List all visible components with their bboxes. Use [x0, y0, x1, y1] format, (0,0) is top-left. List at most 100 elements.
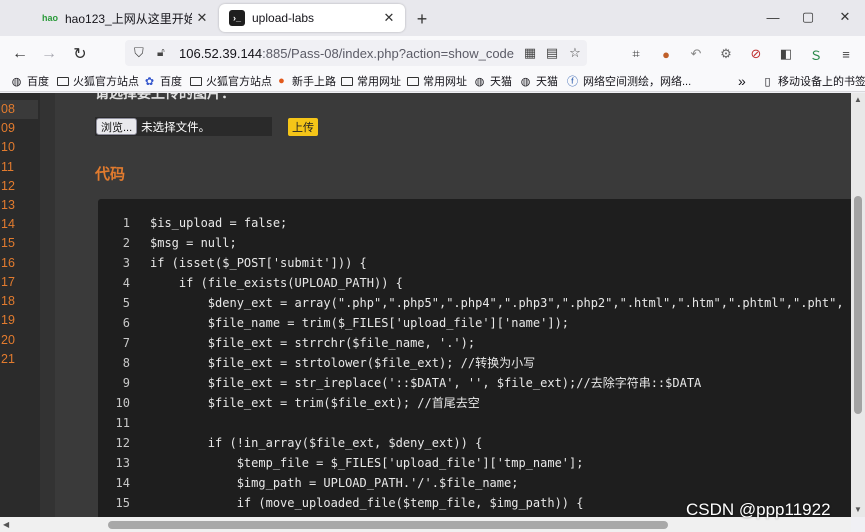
- code-line-number: 9: [122, 376, 130, 390]
- bookmark-label: 火狐官方站点: [206, 76, 272, 88]
- url-path: :885/Pass-08/index.php?action=show_code: [262, 46, 515, 61]
- code-text: $msg = null;: [150, 236, 237, 250]
- extension-fox-icon[interactable]: ●: [656, 44, 676, 64]
- code-line: 11: [98, 413, 851, 433]
- tab-upload-labs[interactable]: ›_ upload-labs ✕: [219, 4, 405, 32]
- folder-icon: [190, 76, 202, 86]
- code-text: $file_ext = trim($file_ext); //首尾去空: [150, 396, 480, 410]
- url-text[interactable]: 106.52.39.144:885/Pass-08/index.php?acti…: [179, 46, 514, 61]
- qr-code-icon[interactable]: ▦: [521, 44, 539, 62]
- file-input[interactable]: 浏览... 未选择文件。: [95, 117, 272, 136]
- code-text: if (move_uploaded_file($temp_file, $img_…: [150, 496, 584, 510]
- no-file-selected-text: 未选择文件。: [141, 121, 211, 134]
- line-number-gutter: 08 09 10 11 12 13 14 15 16 17 18 19 20 2…: [0, 93, 40, 517]
- code-line-number: 11: [115, 416, 130, 430]
- extension-s-icon[interactable]: Ｓ: [806, 44, 826, 64]
- gutter-line-number: 17: [1, 275, 15, 289]
- address-bar[interactable]: ⛉ 🔓︎ 106.52.39.144:885/Pass-08/index.php…: [125, 40, 587, 66]
- code-text: $deny_ext = array(".php",".php5",".php4"…: [150, 296, 844, 310]
- folder-icon: [341, 76, 353, 86]
- extension-gear-icon[interactable]: ⚙: [716, 44, 736, 64]
- code-line: 4 if (file_exists(UPLOAD_PATH)) {: [98, 273, 851, 293]
- code-line-number: 10: [115, 396, 130, 410]
- bookmark-item[interactable]: ◍ 天猫: [473, 73, 512, 89]
- bookmark-item[interactable]: ◍ 天猫: [519, 73, 558, 89]
- bookmark-item[interactable]: ✿ 百度: [143, 73, 182, 89]
- code-line-number: 5: [122, 296, 130, 310]
- close-icon[interactable]: ✕: [192, 8, 212, 28]
- code-line: 5 $deny_ext = array(".php",".php5",".php…: [98, 293, 851, 313]
- gutter-line-number: 10: [1, 140, 15, 154]
- url-host: 106.52.39.144: [179, 46, 263, 61]
- code-block: 1 $is_upload = false; 2 $msg = null; 3 if (…: [98, 199, 851, 517]
- gutter-line-number: 13: [1, 198, 15, 212]
- browser-window: hao hao123_上网从这里开始 ✕ ›_ upload-labs ✕ + …: [0, 0, 865, 532]
- code-line-number: 15: [115, 496, 130, 510]
- globe-icon: ◍: [520, 75, 531, 88]
- mobile-bookmarks[interactable]: ▯ 移动设备上的书签: [761, 73, 865, 89]
- bookmarks-overflow-icon[interactable]: »: [738, 73, 746, 89]
- bookmark-label: 常用网址: [357, 76, 401, 88]
- code-line: 13 $temp_file = $_FILES['upload_file']['…: [98, 453, 851, 473]
- sidebar-icon[interactable]: ◧: [776, 44, 796, 64]
- tab-hao123[interactable]: hao hao123_上网从这里开始 ✕: [32, 4, 218, 32]
- code-text: $is_upload = false;: [150, 216, 288, 230]
- gutter-line-number: 09: [1, 121, 15, 135]
- code-section-title: 代码: [95, 166, 126, 183]
- bookmark-folder[interactable]: 常用网址: [341, 73, 401, 89]
- bookmark-folder[interactable]: 火狐官方站点: [57, 73, 139, 89]
- upload-button[interactable]: 上传: [288, 118, 318, 136]
- bookmark-item[interactable]: ⓕ 网络空间测绘，网络...: [566, 73, 691, 89]
- browse-button[interactable]: 浏览...: [96, 118, 138, 135]
- code-line-number: 8: [122, 356, 130, 370]
- window-close-icon[interactable]: ✕: [834, 6, 856, 28]
- vertical-scroll-thumb[interactable]: [854, 196, 862, 414]
- scroll-up-arrow-icon[interactable]: ▲: [854, 95, 862, 104]
- screenshot-icon[interactable]: ⌗: [626, 44, 646, 64]
- bookmark-label: 移动设备上的书签: [778, 76, 865, 88]
- scroll-left-arrow-icon[interactable]: ◀: [3, 520, 9, 529]
- folder-icon: [57, 76, 69, 86]
- bookmark-item[interactable]: ◍ 百度: [10, 73, 49, 89]
- mobile-device-icon: ▯: [764, 75, 771, 88]
- code-text: $img_path = UPLOAD_PATH.'/'.$file_name;: [150, 476, 519, 490]
- page-info-icon[interactable]: 🔓︎: [157, 45, 165, 60]
- scroll-down-arrow-icon[interactable]: ▼: [854, 505, 862, 514]
- code-line: 8 $file_ext = strtolower($file_ext); //转…: [98, 353, 851, 373]
- reader-view-icon[interactable]: ▤: [543, 44, 561, 62]
- gutter-line-number: 18: [1, 294, 15, 308]
- bookmark-folder[interactable]: 火狐官方站点: [190, 73, 272, 89]
- tab-strip: hao hao123_上网从这里开始 ✕ ›_ upload-labs ✕ + …: [0, 0, 865, 36]
- bookmark-label: 天猫: [490, 76, 512, 88]
- bookmark-item[interactable]: ● 新手上路: [275, 73, 336, 89]
- gutter-line-number: 14: [1, 217, 15, 231]
- back-arrow-icon[interactable]: ←: [9, 43, 31, 65]
- minimize-icon[interactable]: —: [762, 6, 784, 28]
- forward-arrow-icon[interactable]: →: [38, 43, 60, 65]
- bookmark-star-icon[interactable]: ☆: [566, 44, 584, 62]
- code-text: $temp_file = $_FILES['upload_file']['tmp…: [150, 456, 584, 470]
- bookmark-folder[interactable]: 常用网址: [407, 73, 467, 89]
- maximize-icon[interactable]: ▢: [797, 6, 819, 28]
- reload-icon[interactable]: ↻: [69, 43, 91, 65]
- menu-icon[interactable]: ≡: [836, 44, 856, 64]
- undo-icon[interactable]: ↶: [686, 44, 706, 64]
- vertical-scrollbar[interactable]: ▲ ▼: [851, 93, 865, 517]
- code-text: $file_name = trim($_FILES['upload_file']…: [150, 316, 570, 330]
- tracking-shield-icon[interactable]: ⛉: [134, 45, 144, 61]
- gutter-line-number: 08: [0, 100, 38, 119]
- code-text: if (isset($_POST['submit'])) {: [150, 256, 367, 270]
- extension-block-icon[interactable]: ⊘: [746, 44, 766, 64]
- gutter-line-number: 20: [1, 333, 15, 347]
- bookmarks-bar: ◍ 百度 火狐官方站点 ✿ 百度 火狐官方站点 ● 新手上路 常用网址 常用网址 ◍ 天…: [0, 70, 865, 92]
- horizontal-scroll-thumb[interactable]: [108, 521, 668, 529]
- code-line-number: 4: [122, 276, 130, 290]
- tab-title: hao123_上网从这里开始: [65, 11, 192, 26]
- close-icon[interactable]: ✕: [379, 8, 399, 28]
- code-text: if (file_exists(UPLOAD_PATH)) {: [150, 276, 403, 290]
- firefox-icon: ●: [278, 75, 285, 87]
- new-tab-button[interactable]: +: [411, 8, 433, 30]
- gutter-line-number: 12: [1, 179, 15, 193]
- code-line-number: 2: [122, 236, 130, 250]
- gutter-line-number: 19: [1, 313, 15, 327]
